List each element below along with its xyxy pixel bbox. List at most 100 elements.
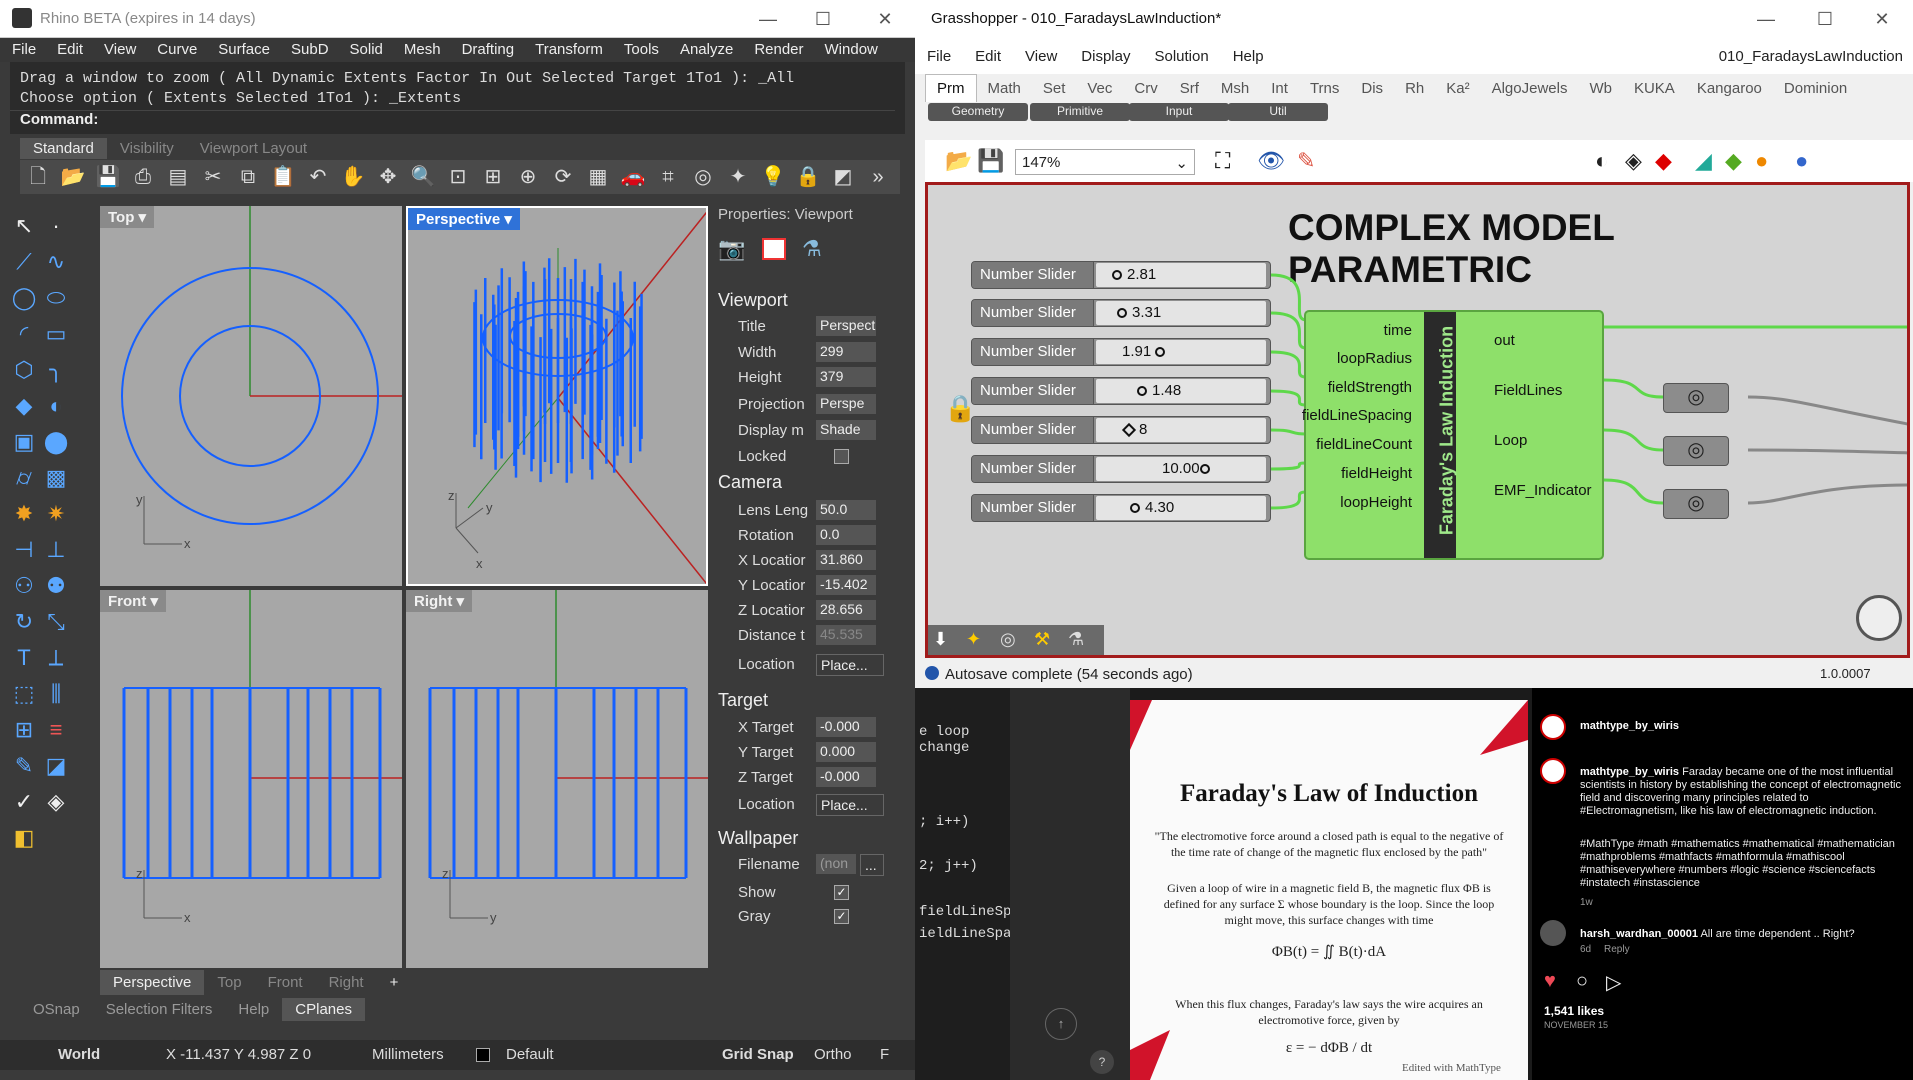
subtab-util[interactable]: Util (1228, 103, 1328, 121)
lens-field[interactable]: 50.0 (816, 500, 876, 520)
menu-transform[interactable]: Transform (523, 38, 612, 58)
tab-osnap[interactable]: OSnap (20, 998, 93, 1021)
width-field[interactable]: 299 (816, 342, 876, 362)
menu-analyze[interactable]: Analyze (668, 38, 742, 58)
number-slider[interactable]: Number Slider 3.31 (971, 299, 1271, 327)
gh-tab[interactable]: Vec (1076, 75, 1123, 102)
properties-icon[interactable]: ▤ (163, 164, 193, 194)
pan-icon[interactable]: ✋ (338, 164, 368, 194)
show-checkbox[interactable]: ✓ (834, 885, 849, 900)
z-target-field[interactable]: -0.000 (816, 767, 876, 787)
gh-minimize-icon[interactable]: — (1743, 4, 1789, 34)
output-loop[interactable]: Loop (1494, 432, 1527, 449)
shaded-icon[interactable]: ◆ (1655, 148, 1672, 174)
projection-select[interactable]: Perspe (816, 394, 876, 414)
zoom-select[interactable]: 147% ⌄ (1015, 149, 1195, 175)
cylinder-icon[interactable]: ⌭ (10, 465, 38, 495)
faraday-component[interactable]: time loopRadius fieldStrength fieldLineS… (1302, 310, 1604, 560)
gh-tab[interactable]: Srf (1169, 75, 1210, 102)
close-icon[interactable]: ✕ (862, 4, 908, 34)
preview-mode-icon[interactable]: ◐ (1595, 148, 1608, 174)
viewport-label-perspective[interactable]: Perspective ▾ (408, 208, 520, 230)
menu-curve[interactable]: Curve (145, 38, 206, 58)
gh-tab[interactable]: Trns (1299, 75, 1350, 102)
mesh-settings-icon[interactable]: ● (1795, 148, 1808, 174)
output-out[interactable]: out (1494, 332, 1515, 349)
input-fieldheight[interactable]: fieldHeight (1341, 465, 1412, 482)
lock-icon[interactable]: 🔒 (793, 164, 823, 194)
camera-icon[interactable]: 📷 (718, 236, 750, 264)
input-loopradius[interactable]: loopRadius (1337, 350, 1412, 367)
rotate-view-icon[interactable]: ⟳ (548, 164, 578, 194)
gh-menu-file[interactable]: File (915, 38, 963, 75)
input-loopheight[interactable]: loopHeight (1340, 494, 1412, 511)
minimize-icon[interactable]: — (745, 4, 791, 34)
display-mode-select[interactable]: Shade (816, 420, 876, 440)
gh-tab[interactable]: Ka² (1435, 75, 1480, 102)
light-icon[interactable]: 💡 (758, 164, 788, 194)
status-units[interactable]: Millimeters (372, 1046, 444, 1063)
move-icon[interactable]: ✥ (373, 164, 403, 194)
number-slider[interactable]: Number Slider 1.91 (971, 338, 1271, 366)
gh-tab[interactable]: Dis (1350, 75, 1394, 102)
object-icon[interactable]: ⚗ (802, 236, 822, 262)
sketch-icon[interactable]: ✎ (1297, 148, 1315, 174)
circle-icon[interactable]: ◯ (10, 285, 38, 315)
rotation-field[interactable]: 0.0 (816, 525, 876, 545)
menu-subd[interactable]: SubD (279, 38, 338, 58)
select-icon[interactable]: ✦ (723, 164, 753, 194)
layer-icon[interactable]: ≡ (42, 717, 70, 747)
viewport-top[interactable]: y x Top ▾ (100, 206, 402, 586)
gh-tab[interactable]: Rh (1394, 75, 1435, 102)
avatar[interactable] (1540, 714, 1566, 740)
analyze-icon[interactable]: ✎ (10, 753, 38, 783)
render-icon[interactable]: ◪ (42, 753, 70, 783)
share-icon[interactable]: ▷ (1606, 970, 1621, 995)
maximize-icon[interactable]: ☐ (800, 4, 846, 34)
custom-preview-icon[interactable]: ◎ (1663, 489, 1729, 519)
explode-icon[interactable]: ✸ (10, 501, 38, 531)
menu-solid[interactable]: Solid (338, 38, 392, 58)
text-icon[interactable]: T (10, 645, 38, 675)
join-icon[interactable]: ⚉ (42, 573, 70, 603)
input-fieldlinespacing[interactable]: fieldLineSpacing (1302, 407, 1412, 424)
rotate-icon[interactable]: ↻ (10, 609, 38, 639)
fillet-icon[interactable]: ╮ (42, 357, 70, 387)
menu-surface[interactable]: Surface (206, 38, 279, 58)
help-icon[interactable]: ? (1090, 1050, 1114, 1074)
camera-place-button[interactable]: Place... (816, 654, 884, 676)
reply-button[interactable]: Reply (1604, 944, 1630, 955)
viewport-perspective[interactable]: z y x Perspective ▾ (406, 206, 708, 586)
gray-checkbox[interactable]: ✓ (834, 909, 849, 924)
subtab-input[interactable]: Input (1129, 103, 1229, 121)
target-place-button[interactable]: Place... (816, 794, 884, 816)
more-icon[interactable]: » (863, 166, 893, 196)
gh-tab[interactable]: Prm (925, 74, 977, 102)
tab-selection-filters[interactable]: Selection Filters (93, 998, 226, 1021)
gh-menu-help[interactable]: Help (1221, 38, 1276, 75)
number-slider[interactable]: Number Slider 10.00 (971, 455, 1271, 483)
likes-count[interactable]: 1,541 likes (1544, 1004, 1604, 1018)
avatar[interactable] (1540, 920, 1566, 946)
widget-icon[interactable]: ⚗ (1068, 629, 1084, 650)
gh-tab[interactable]: Wb (1578, 75, 1623, 102)
open-file-icon[interactable]: 📂 (945, 148, 972, 174)
gh-tab[interactable]: Kangaroo (1686, 75, 1773, 102)
gh-tab[interactable]: Set (1032, 75, 1077, 102)
gh-menu-solution[interactable]: Solution (1142, 38, 1220, 75)
zoom-selected-icon[interactable]: ⊕ (513, 164, 543, 194)
status-layer[interactable]: Default (506, 1046, 554, 1063)
widget-icon[interactable]: ◎ (1000, 629, 1016, 650)
comment-icon[interactable]: ○ (1576, 970, 1588, 993)
subtab-geometry[interactable]: Geometry (928, 103, 1028, 121)
boolean-icon[interactable]: ✷ (42, 501, 70, 531)
vtab-top[interactable]: Top (204, 970, 254, 995)
y-location-field[interactable]: -15.402 (816, 575, 876, 595)
tab-standard[interactable]: Standard (20, 138, 107, 159)
material-preview-icon[interactable]: ● (1755, 148, 1768, 174)
cut-icon[interactable]: ✂ (198, 164, 228, 194)
osnap-icon[interactable]: ◎ (688, 164, 718, 194)
check-icon[interactable]: ✓ (10, 789, 38, 819)
gh-close-icon[interactable]: ✕ (1859, 4, 1905, 34)
zoom-window-icon[interactable]: ⊡ (443, 164, 473, 194)
